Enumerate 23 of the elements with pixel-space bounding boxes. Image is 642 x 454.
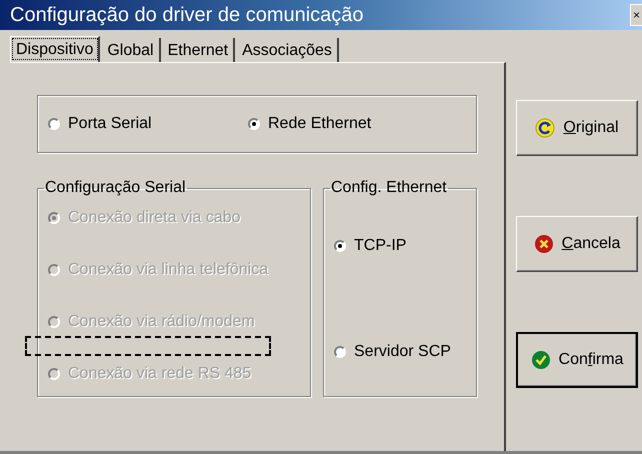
- radio-option[interactable]: Porta Serial: [48, 115, 248, 133]
- radio-option[interactable]: Rede Ethernet: [248, 115, 466, 133]
- group-title: Config. Ethernet: [330, 179, 448, 197]
- radio-icon: [48, 368, 60, 380]
- radio-option[interactable]: TCP-IP: [334, 237, 466, 255]
- radio-icon: [48, 316, 60, 328]
- check-icon: [530, 350, 551, 370]
- window-title: Configuração do driver de comunicação: [10, 4, 364, 26]
- dialog-button[interactable]: Original: [516, 100, 638, 156]
- dialog-button[interactable]: Cancela: [516, 216, 638, 272]
- close-button[interactable]: ×: [630, 4, 642, 26]
- radio-icon: [48, 118, 60, 130]
- radio-icon: [334, 346, 346, 358]
- dialog-button[interactable]: Confirma: [516, 332, 638, 388]
- group-title: Configuração Serial: [44, 179, 187, 197]
- close-icon: [534, 234, 554, 254]
- radio-icon: [334, 240, 346, 252]
- radio-icon: [248, 118, 260, 130]
- refresh-icon: [535, 118, 556, 138]
- tab[interactable]: Dispositivo: [10, 36, 100, 62]
- radio-icon: [48, 264, 60, 276]
- radio-option[interactable]: Servidor SCP: [334, 343, 466, 361]
- radio-icon: [48, 212, 60, 224]
